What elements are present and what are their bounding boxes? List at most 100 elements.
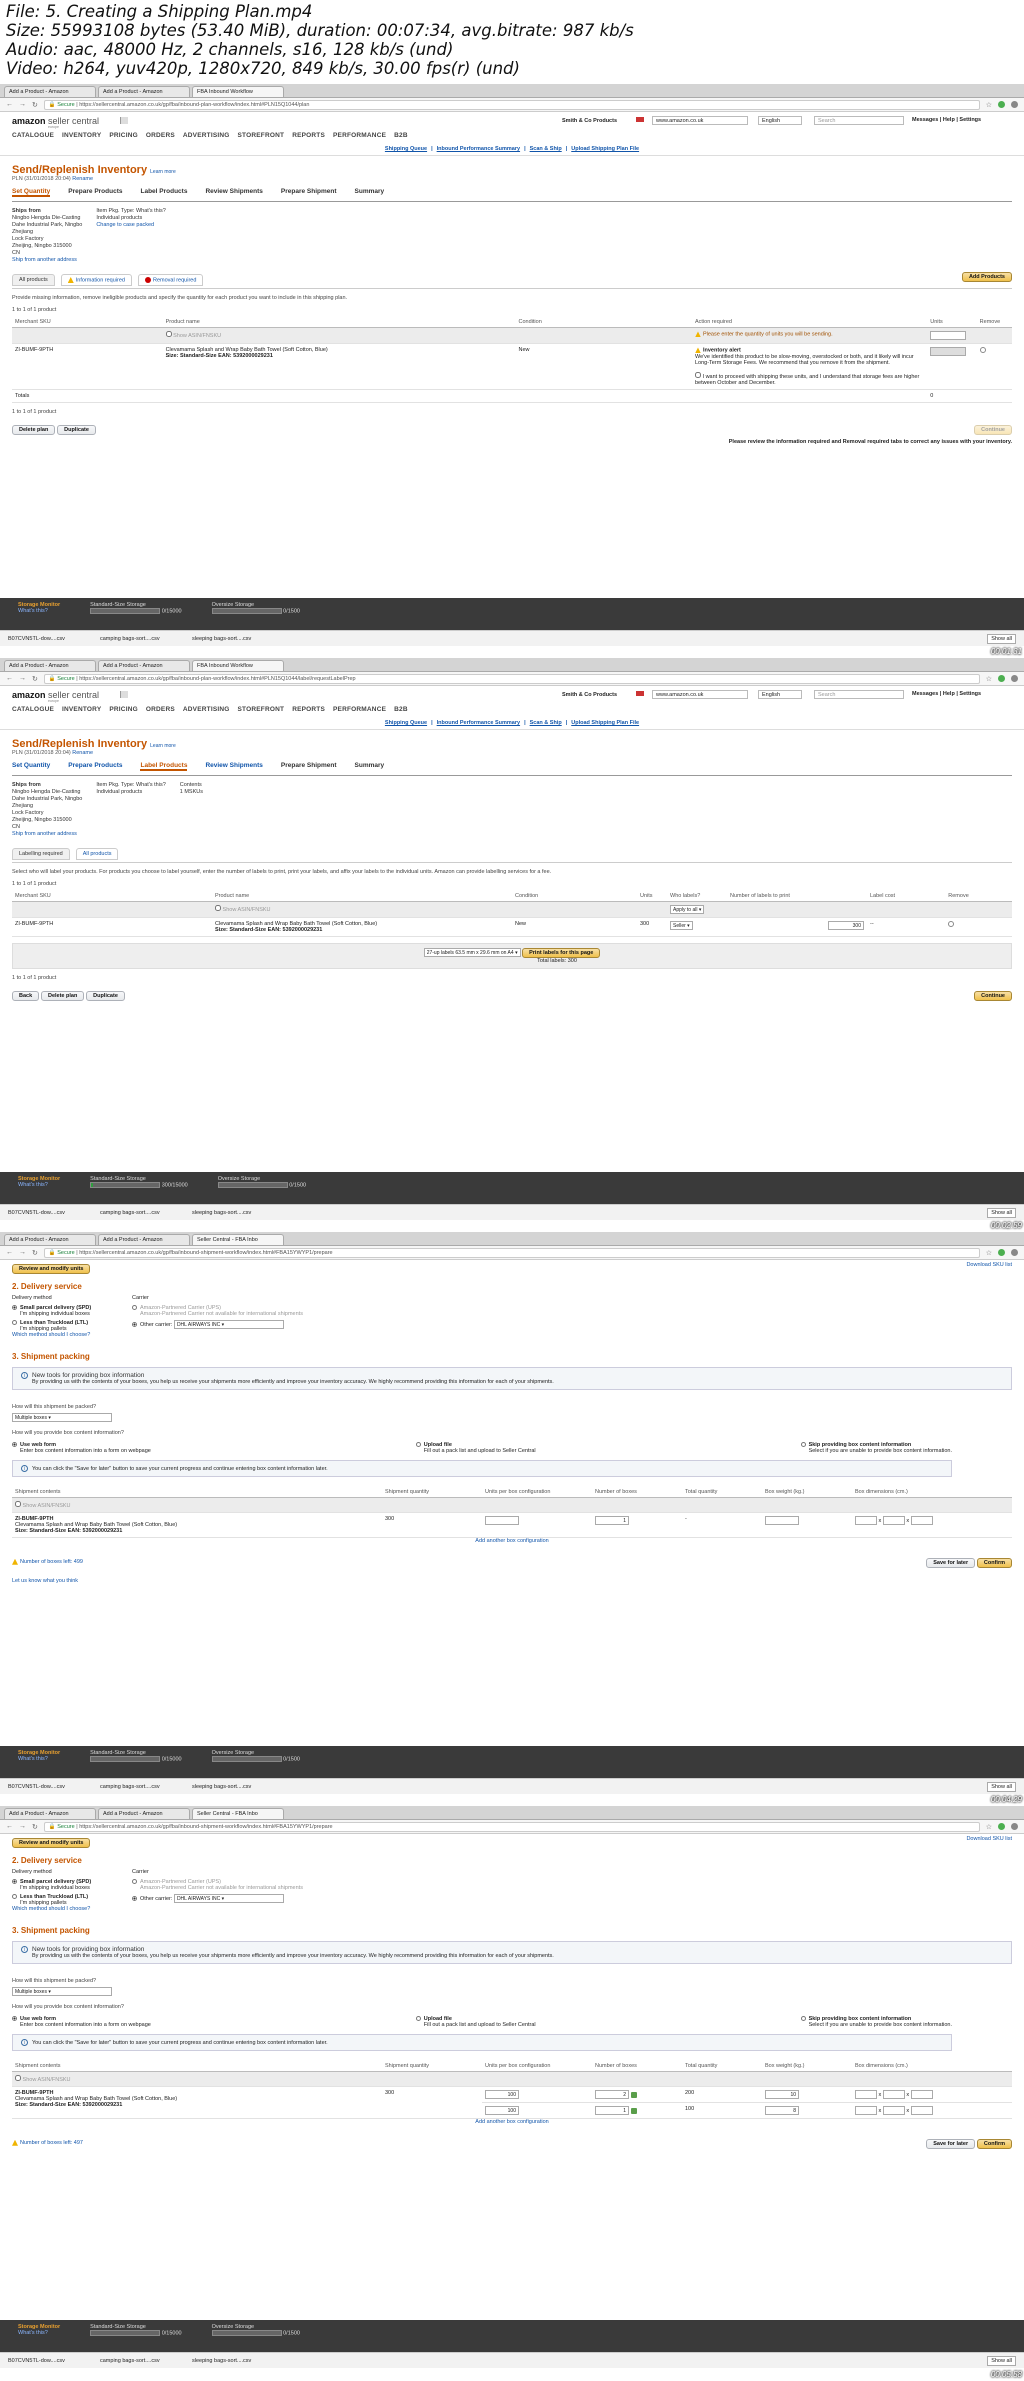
scan-ship-link[interactable]: Scan & Ship	[530, 720, 562, 726]
menu-icon[interactable]	[1011, 1249, 1018, 1256]
whats-this-link[interactable]: What's this?	[18, 1756, 60, 1762]
browser-tab[interactable]: Add a Product - Amazon	[98, 1808, 190, 1819]
reload-icon[interactable]: ↻	[32, 1823, 38, 1831]
shipping-queue-link[interactable]: Shipping Queue	[385, 720, 427, 726]
ltl-radio[interactable]	[12, 1320, 17, 1326]
browser-tab[interactable]: Add a Product - Amazon	[4, 1808, 96, 1819]
menu-icon[interactable]	[1011, 101, 1018, 108]
forward-arrow-icon[interactable]: →	[19, 1823, 26, 1830]
web-form-radio[interactable]	[12, 1442, 17, 1448]
star-icon[interactable]: ☆	[986, 1249, 992, 1257]
feedback-link[interactable]: Let us know what you think	[12, 1578, 1012, 1584]
box-length-input[interactable]	[855, 2106, 877, 2116]
nav-performance[interactable]: PERFORMANCE	[333, 706, 386, 713]
proceed-checkbox[interactable]	[694, 371, 701, 378]
web-form-option[interactable]: Use web form Enter box content informatio…	[12, 1442, 151, 1454]
nav-pricing[interactable]: PRICING	[109, 706, 138, 713]
remove-config-icon[interactable]	[630, 2107, 637, 2114]
search-input[interactable]: Search	[814, 116, 904, 125]
show-all-downloads[interactable]: Show all	[987, 633, 1016, 644]
show-all-downloads[interactable]: Show all	[987, 1781, 1016, 1792]
save-for-later-button[interactable]: Save for later	[926, 2139, 976, 2150]
download-item[interactable]: B07CVN5TL-dow....csv	[8, 636, 86, 642]
packing-select[interactable]: Multiple boxes ▾	[12, 1987, 112, 1997]
carrier-select[interactable]: DHL AIRWAYS INC ▾	[173, 1894, 284, 1903]
spd-radio[interactable]	[12, 1305, 17, 1311]
step-label-products[interactable]: Label Products	[140, 762, 188, 771]
whats-this-link[interactable]: What's this?	[18, 1182, 60, 1188]
show-all-downloads[interactable]: Show all	[987, 2355, 1016, 2366]
nav-orders[interactable]: ORDERS	[146, 706, 175, 713]
download-item[interactable]: camping bags-sort....csv	[100, 636, 178, 642]
web-form-radio[interactable]	[12, 2016, 17, 2022]
shipping-queue-link[interactable]: Shipping Queue	[385, 146, 427, 152]
download-sku-list-link[interactable]: Download SKU list	[966, 1836, 1012, 1842]
units-input[interactable]	[930, 331, 967, 341]
other-carrier-option[interactable]: Other carrier: DHL AIRWAYS INC ▾	[132, 1320, 303, 1329]
step-summary[interactable]: Summary	[355, 188, 385, 197]
nav-catalogue[interactable]: CATALOGUE	[12, 132, 54, 139]
other-carrier-radio[interactable]	[132, 1896, 137, 1901]
remove-icon[interactable]	[948, 921, 955, 927]
number-of-boxes-input[interactable]: 2	[595, 2090, 629, 2100]
browser-tab[interactable]: Add a Product - Amazon	[4, 86, 96, 97]
browser-tab[interactable]: Add a Product - Amazon	[98, 660, 190, 671]
browser-tab[interactable]: Add a Product - Amazon	[98, 1234, 190, 1245]
labels-to-print-input[interactable]: 300	[828, 921, 864, 930]
box-length-input[interactable]	[855, 2090, 877, 2100]
save-for-later-button[interactable]: Save for later	[926, 1558, 976, 1569]
duplicate-button[interactable]: Duplicate	[86, 991, 125, 1001]
nav-reports[interactable]: REPORTS	[292, 706, 325, 713]
account-name[interactable]: Smith & Co Products	[562, 118, 617, 124]
language-select[interactable]: English	[758, 690, 802, 699]
web-form-option[interactable]: Use web form Enter box content informatio…	[12, 2016, 151, 2028]
url-field[interactable]: 🔒 Secure | https://sellercentral.amazon.…	[43, 99, 980, 110]
apply-to-all-select[interactable]: Apply to all ▾	[670, 905, 705, 914]
nav-inventory[interactable]: INVENTORY	[62, 706, 101, 713]
download-item[interactable]: B07CVN5TL-dow....csv	[8, 1210, 86, 1216]
step-prepare-products[interactable]: Prepare Products	[68, 188, 122, 197]
nav-performance[interactable]: PERFORMANCE	[333, 132, 386, 139]
rename-link[interactable]: Rename	[72, 176, 93, 182]
units-per-box-input[interactable]	[485, 1516, 519, 1526]
box-height-input[interactable]	[910, 2090, 933, 2100]
step-set-quantity[interactable]: Set Quantity	[12, 188, 51, 197]
marketplace-select[interactable]: www.amazon.co.uk	[652, 116, 748, 125]
units-input-disabled[interactable]	[930, 347, 967, 357]
forward-arrow-icon[interactable]: →	[19, 101, 26, 108]
browser-tab[interactable]: Add a Product - Amazon	[4, 1234, 96, 1245]
inbound-summary-link[interactable]: Inbound Performance Summary	[437, 146, 520, 152]
nav-b2b[interactable]: B2B	[394, 132, 408, 139]
nav-storefront[interactable]: STOREFRONT	[238, 132, 285, 139]
add-box-config-link[interactable]: Add another box configuration	[12, 1538, 1012, 1544]
ltl-radio[interactable]	[12, 1894, 17, 1900]
continue-button[interactable]: Continue	[974, 424, 1012, 435]
duplicate-button[interactable]: Duplicate	[57, 424, 96, 435]
upload-file-option[interactable]: Upload file Fill out a pack list and uplo…	[415, 2016, 536, 2028]
upload-plan-link[interactable]: Upload Shipping Plan File	[571, 146, 639, 152]
box-length-input[interactable]	[855, 1516, 877, 1526]
remove-config-icon[interactable]	[630, 2091, 637, 2098]
url-field[interactable]: 🔒 Secure | https://sellercentral.amazon.…	[43, 673, 980, 684]
star-icon[interactable]: ☆	[986, 675, 992, 683]
box-height-input[interactable]	[910, 2106, 933, 2116]
browser-tab-active[interactable]: FBA Inbound Workflow	[192, 86, 284, 97]
review-modify-units-button[interactable]: Review and modify units	[12, 1838, 91, 1848]
extension-icon[interactable]	[998, 675, 1005, 682]
step-label-products[interactable]: Label Products	[140, 188, 187, 197]
extension-icon[interactable]	[998, 101, 1005, 108]
language-select[interactable]: English	[758, 116, 802, 125]
download-item[interactable]: sleeping bags-sort....csv	[192, 1784, 270, 1790]
upload-file-radio[interactable]	[415, 1442, 421, 1448]
upload-file-radio[interactable]	[415, 2016, 421, 2022]
step-prepare-shipment[interactable]: Prepare Shipment	[281, 188, 337, 197]
spd-option[interactable]: Small parcel delivery (SPD) I'm shipping …	[12, 1305, 122, 1317]
browser-tab-active[interactable]: Seller Central - FBA Inbo	[192, 1808, 284, 1819]
url-field[interactable]: 🔒 Secure | https://sellercentral.amazon.…	[43, 1247, 980, 1258]
ship-another-address-link[interactable]: Ship from another address	[12, 831, 77, 837]
print-labels-button[interactable]: Print labels for this page	[522, 948, 601, 958]
box-width-input[interactable]	[882, 2090, 905, 2100]
inbound-summary-link[interactable]: Inbound Performance Summary	[437, 720, 520, 726]
box-weight-input[interactable]	[765, 1516, 799, 1526]
browser-tab[interactable]: Add a Product - Amazon	[98, 86, 190, 97]
